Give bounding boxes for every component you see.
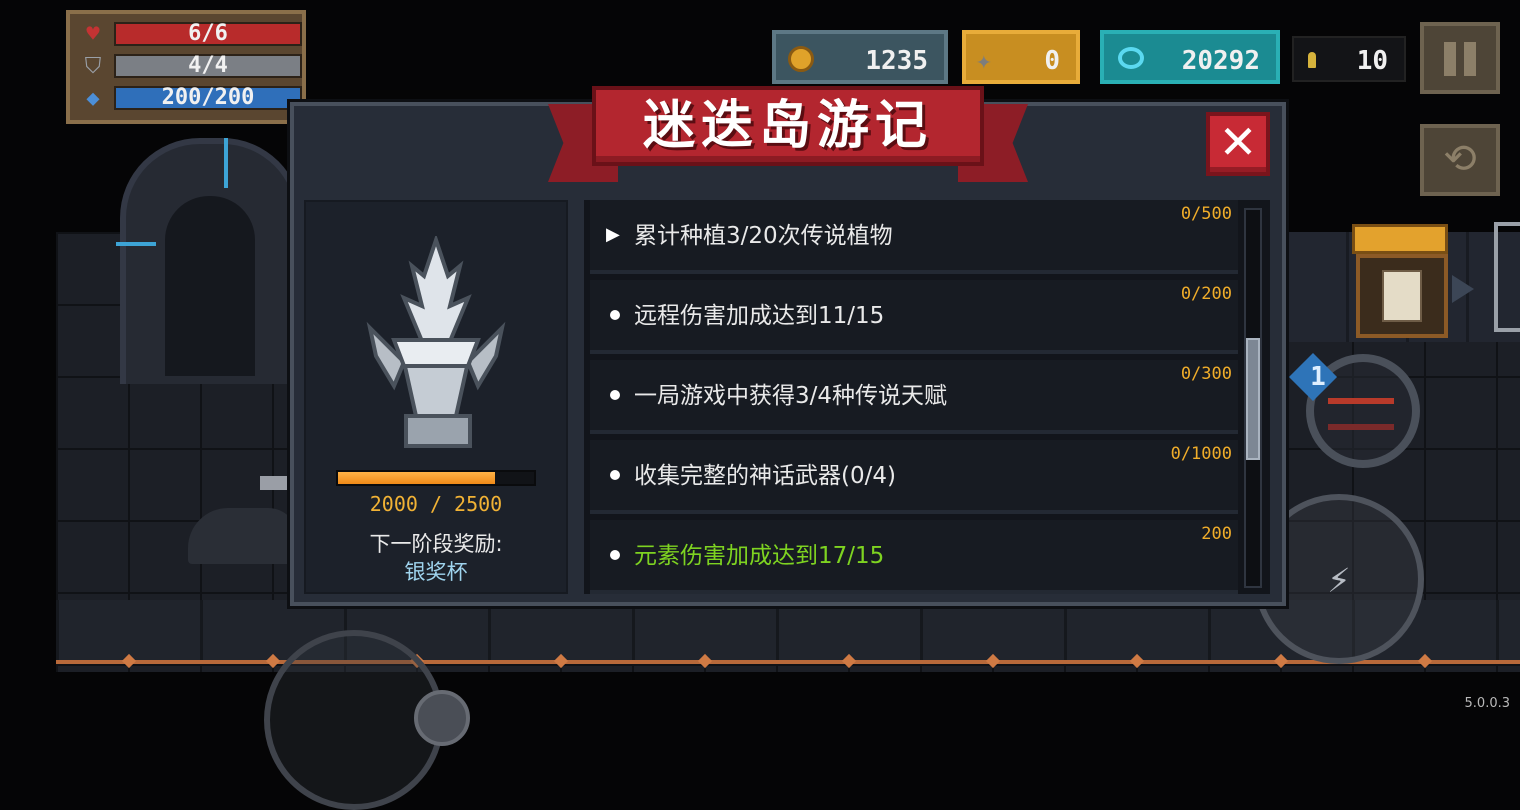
archway-opening <box>165 196 255 376</box>
swap-character-button[interactable]: ⟲ <box>1420 124 1500 196</box>
dialog-title: 迷迭岛游记 <box>642 96 933 156</box>
weapon-icon <box>1328 398 1394 404</box>
rubble <box>188 508 298 564</box>
coin-icon <box>788 46 814 72</box>
ammo-counter: 10 <box>1292 36 1406 82</box>
armor-bar: 4/4 <box>114 54 302 78</box>
task-text: 元素伤害加成达到17/15 <box>634 543 885 569</box>
task-item[interactable]: 收集完整的神话武器(0/4) 0/1000 <box>590 440 1238 514</box>
task-reward: 0/200 <box>1180 284 1232 304</box>
task-text: 累计种植3/20次传说植物 <box>634 223 893 249</box>
energy-bar: 200/200 <box>114 86 302 110</box>
fish-value: 0 <box>1044 46 1060 76</box>
task-text: 远程伤害加成达到11/15 <box>634 303 885 329</box>
door-frame <box>1494 222 1520 332</box>
shop-body <box>1356 254 1448 338</box>
task-item[interactable]: 一局游戏中获得3/4种传说天赋 0/300 <box>590 360 1238 434</box>
energy-row: ◆ 200/200 <box>78 86 302 112</box>
expand-arrow-icon: ▶ <box>606 224 620 245</box>
fish-icon: ✦ <box>976 46 992 76</box>
shop-stall[interactable] <box>1352 224 1448 338</box>
task-item[interactable]: ▶ 累计种植3/20次传说植物 0/500 <box>590 200 1238 274</box>
bullet-dot-icon <box>610 470 620 480</box>
pause-button[interactable] <box>1420 22 1500 94</box>
gold-value: 1235 <box>865 46 928 76</box>
weapon-slot-number: 1 <box>1310 362 1326 392</box>
task-item[interactable]: 元素伤害加成达到17/15 200 <box>590 520 1238 594</box>
rubble <box>260 476 290 490</box>
next-reward-value: 银奖杯 <box>404 560 468 584</box>
gem-icon <box>1118 47 1144 69</box>
stage-progress-text: 2000 / 2500 <box>369 492 503 516</box>
pause-icon <box>1444 42 1456 76</box>
task-reward: 0/300 <box>1180 364 1232 384</box>
task-item[interactable]: 远程伤害加成达到11/15 0/200 <box>590 280 1238 354</box>
gold-counter: 1235 <box>772 30 948 84</box>
skill-icon: ⚡ <box>1327 557 1351 601</box>
weapon-icon <box>1328 424 1394 430</box>
fish-counter: ✦ 0 <box>962 30 1080 84</box>
heart-icon: ♥ <box>86 22 100 47</box>
bullet-dot-icon <box>610 550 620 560</box>
task-reward: 0/1000 <box>1170 444 1232 464</box>
task-reward: 0/500 <box>1180 204 1232 224</box>
task-scrollbar-thumb[interactable] <box>1246 338 1260 460</box>
joystick-knob[interactable] <box>414 690 470 746</box>
shield-icon: ⛉ <box>84 54 102 79</box>
stage-progress-bar <box>336 470 536 486</box>
ammo-value: 10 <box>1356 46 1388 76</box>
close-button[interactable]: ✕ <box>1206 112 1270 176</box>
version-label: 5.0.0.3 <box>1464 696 1510 711</box>
next-reward-label: 下一阶段奖励: <box>369 532 503 556</box>
silver-trophy-icon <box>366 236 506 448</box>
task-reward: 200 <box>1201 524 1232 544</box>
bullet-icon <box>1308 52 1316 68</box>
task-list[interactable]: ▶ 累计种植3/20次传说植物 0/500 远程伤害加成达到11/15 0/20… <box>584 200 1270 594</box>
diamond-icon: ◆ <box>86 86 100 111</box>
shop-roof <box>1352 224 1448 254</box>
dialog-title-banner: 迷迭岛游记 <box>592 86 984 166</box>
bullet-dot-icon <box>610 310 620 320</box>
task-text: 收集完整的神话武器(0/4) <box>634 463 896 489</box>
pause-icon <box>1464 42 1476 76</box>
swap-icon: ⟲ <box>1443 136 1477 182</box>
hp-bar: 6/6 <box>114 22 302 46</box>
stage-progress-fill <box>338 472 495 484</box>
shop-card-icon <box>1382 270 1422 322</box>
bullet-dot-icon <box>610 390 620 400</box>
close-icon: ✕ <box>1218 115 1258 169</box>
hp-row: ♥ 6/6 <box>78 22 302 48</box>
player-stats-panel: ♥ 6/6 ⛉ 4/4 ◆ 200/200 <box>66 10 306 124</box>
task-text: 一局游戏中获得3/4种传说天赋 <box>634 383 948 409</box>
gem-value: 20292 <box>1181 46 1260 76</box>
armor-row: ⛉ 4/4 <box>78 54 302 80</box>
arrow-right-icon <box>1452 275 1474 303</box>
wall-light <box>224 138 228 188</box>
wall-light <box>116 242 156 246</box>
gem-counter: 20292 <box>1100 30 1280 84</box>
